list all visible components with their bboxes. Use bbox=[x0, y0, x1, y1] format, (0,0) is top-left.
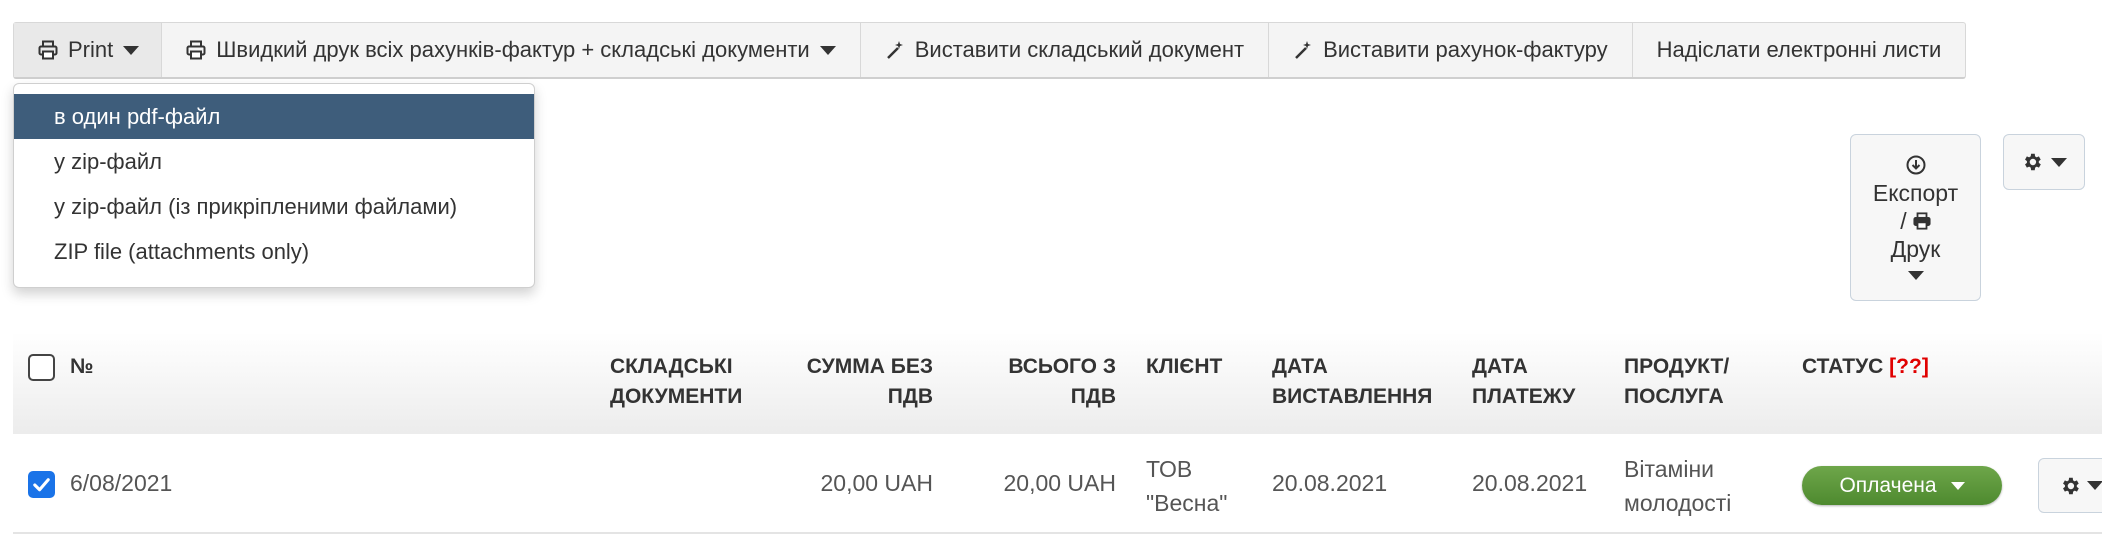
header-product[interactable]: ПРОДУКТ/ ПОСЛУГА bbox=[1624, 352, 1729, 412]
menu-item-zip-with-attachments[interactable]: у zip-файл (із прикріпленими файлами) bbox=[14, 184, 534, 229]
product-name-line1: Вітаміни bbox=[1624, 456, 1714, 482]
header-payment-date-line1: ДАТА bbox=[1472, 355, 1528, 378]
header-status-label: СТАТУС bbox=[1802, 355, 1884, 378]
product-name: Вітаміни молодості bbox=[1624, 452, 1731, 520]
issue-date: 20.08.2021 bbox=[1272, 470, 1388, 496]
header-issue-date[interactable]: ДАТА ВИСТАВЛЕННЯ bbox=[1272, 352, 1432, 412]
header-payment-date-line2: ПЛАТЕЖУ bbox=[1472, 385, 1576, 408]
header-number[interactable]: № bbox=[70, 352, 93, 382]
chevron-down-icon bbox=[1950, 481, 1965, 490]
header-warehouse-docs-line2: ДОКУМЕНТИ bbox=[610, 385, 743, 408]
gear-icon bbox=[2059, 475, 2081, 497]
payment-date: 20.08.2021 bbox=[1472, 470, 1588, 496]
chevron-down-icon bbox=[1907, 271, 1924, 280]
printer-icon bbox=[38, 40, 58, 60]
table-header: № СКЛАДСЬКІ ДОКУМЕНТИ СУММА БЕЗ ПДВ ВСЬО… bbox=[13, 332, 2102, 434]
print-dropdown-menu: в один pdf-файл у zip-файл у zip-файл (і… bbox=[13, 83, 535, 288]
chevron-down-icon bbox=[2087, 481, 2102, 490]
header-client[interactable]: КЛІЄНТ bbox=[1146, 352, 1222, 382]
status-badge[interactable]: Оплачена bbox=[1802, 466, 2002, 505]
print-label: Print bbox=[68, 37, 114, 62]
header-warehouse-docs[interactable]: СКЛАДСЬКІ ДОКУМЕНТИ bbox=[610, 352, 742, 412]
invoice-number[interactable]: 6/08/2021 bbox=[70, 470, 172, 497]
net-amount: 20,00 UAH bbox=[820, 470, 933, 496]
header-issue-date-line2: ВИСТАВЛЕННЯ bbox=[1272, 385, 1433, 408]
issue-warehouse-doc-label: Виставити складський документ bbox=[914, 37, 1245, 62]
print-label: Друк bbox=[1890, 236, 1941, 262]
menu-item-zip[interactable]: у zip-файл bbox=[14, 139, 534, 184]
export-print-button[interactable]: Експорт / Друк bbox=[1850, 134, 1981, 301]
issue-invoice-button[interactable]: Виставити рахунок-фактуру bbox=[1269, 23, 1633, 77]
export-slash: / bbox=[1900, 208, 1907, 234]
status-label: Оплачена bbox=[1839, 473, 1937, 497]
select-all-checkbox[interactable] bbox=[28, 354, 55, 381]
header-payment-date[interactable]: ДАТА ПЛАТЕЖУ bbox=[1472, 352, 1575, 412]
header-status[interactable]: СТАТУС [??] bbox=[1802, 352, 1929, 382]
check-icon bbox=[33, 478, 50, 492]
client-name[interactable]: ТОВ "Весна" bbox=[1146, 452, 1227, 520]
client-name-line2: "Весна" bbox=[1146, 490, 1228, 516]
chevron-down-icon bbox=[819, 45, 836, 55]
table-row[interactable]: 6/08/2021 20,00 UAH 20,00 UAH ТОВ "Весна… bbox=[13, 434, 2102, 534]
printer-icon bbox=[186, 40, 206, 60]
gear-icon bbox=[2021, 151, 2043, 173]
header-gross-amount[interactable]: ВСЬОГО З ПДВ bbox=[973, 352, 1116, 412]
send-emails-button[interactable]: Надіслати електронні листи bbox=[1633, 23, 1966, 77]
printer-icon bbox=[1913, 212, 1931, 230]
magic-wand-icon bbox=[885, 40, 905, 60]
download-circle-icon bbox=[1906, 155, 1926, 175]
print-button[interactable]: Print bbox=[14, 23, 163, 77]
row-actions-button[interactable] bbox=[2038, 458, 2102, 513]
export-label: Експорт bbox=[1872, 180, 1959, 206]
quick-print-button[interactable]: Швидкий друк всіх рахунків-фактур + скла… bbox=[162, 23, 861, 77]
send-emails-label: Надіслати електронні листи bbox=[1656, 37, 1942, 62]
chevron-down-icon bbox=[2051, 157, 2067, 167]
header-gross-line2: ПДВ bbox=[1070, 385, 1116, 408]
quick-print-label: Швидкий друк всіх рахунків-фактур + скла… bbox=[216, 37, 810, 62]
column-settings-button[interactable] bbox=[2003, 134, 2085, 190]
header-net-line1: СУММА БЕЗ bbox=[806, 355, 933, 378]
menu-item-zip-attachments-only[interactable]: ZIP file (attachments only) bbox=[14, 229, 534, 274]
header-product-line2: ПОСЛУГА bbox=[1624, 385, 1724, 408]
row-checkbox[interactable] bbox=[28, 471, 55, 498]
gross-amount: 20,00 UAH bbox=[1003, 470, 1116, 496]
header-gross-line1: ВСЬОГО З bbox=[1008, 355, 1116, 378]
header-net-line2: ПДВ bbox=[887, 385, 933, 408]
client-name-line1: ТОВ bbox=[1146, 456, 1193, 482]
issue-warehouse-doc-button[interactable]: Виставити складський документ bbox=[861, 23, 1270, 77]
chevron-down-icon bbox=[123, 45, 140, 55]
issue-invoice-label: Виставити рахунок-фактуру bbox=[1323, 37, 1608, 62]
product-name-line2: молодості bbox=[1624, 490, 1732, 516]
header-product-line1: ПРОДУКТ/ bbox=[1624, 355, 1730, 378]
toolbar: Print Швидкий друк всіх рахунків-фактур … bbox=[13, 22, 1967, 79]
magic-wand-icon bbox=[1293, 40, 1313, 60]
header-warehouse-docs-line1: СКЛАДСЬКІ bbox=[610, 355, 733, 378]
header-net-amount[interactable]: СУММА БЕЗ ПДВ bbox=[773, 352, 933, 412]
status-help-link[interactable]: [??] bbox=[1889, 355, 1929, 378]
menu-item-single-pdf[interactable]: в один pdf-файл bbox=[14, 94, 534, 139]
header-issue-date-line1: ДАТА bbox=[1272, 355, 1328, 378]
